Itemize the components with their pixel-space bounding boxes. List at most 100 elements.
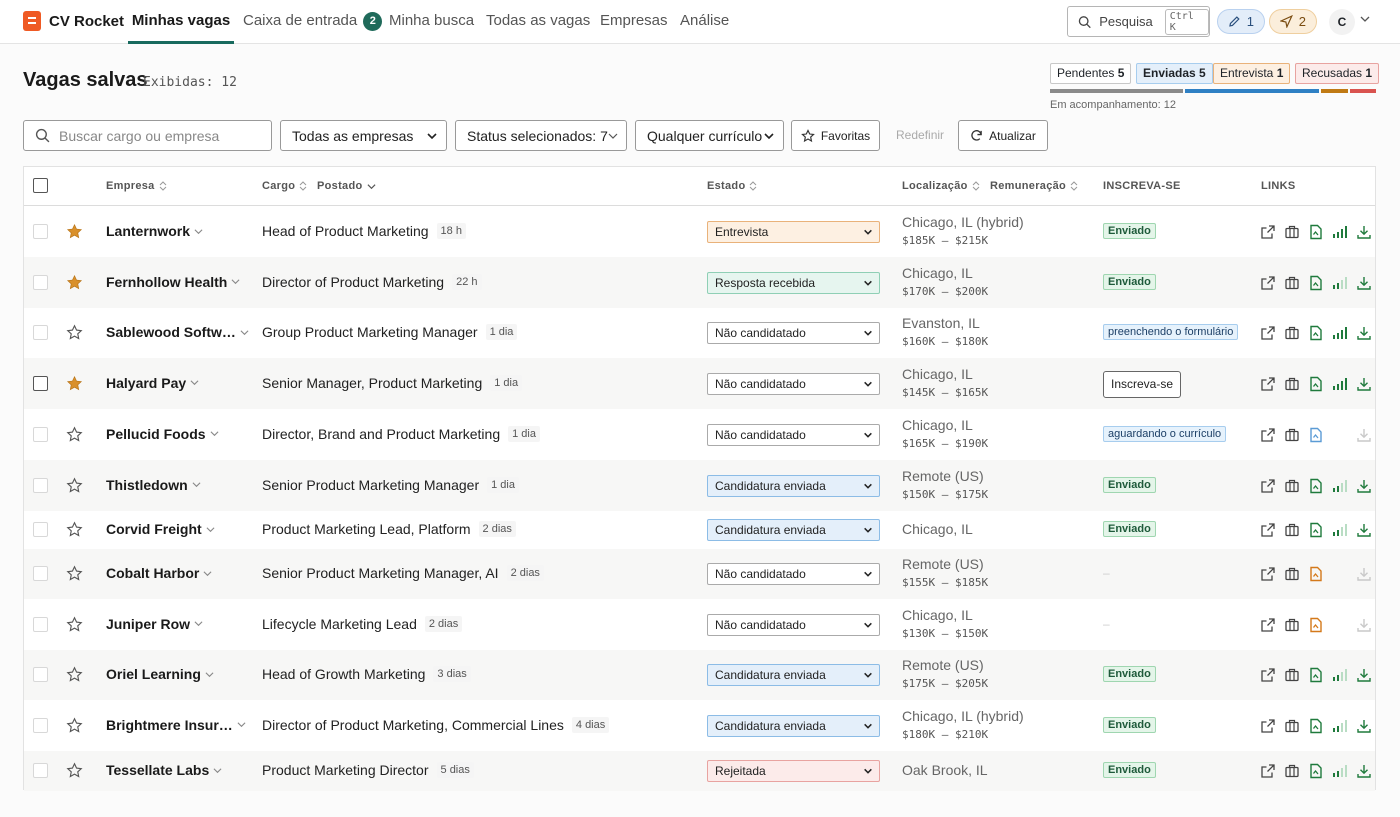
external-link-icon[interactable] bbox=[1260, 522, 1276, 538]
nav-tab-my-search[interactable]: Minha busca bbox=[389, 0, 474, 44]
company-name[interactable]: Cobalt Harbor bbox=[106, 565, 212, 581]
external-link-icon[interactable] bbox=[1260, 718, 1276, 734]
table-row[interactable]: Lanternwork Head of Product Marketing 18 … bbox=[24, 207, 1375, 257]
table-row[interactable]: Sablewood Softw… Group Product Marketing… bbox=[24, 308, 1375, 358]
company-name[interactable]: Lanternwork bbox=[106, 223, 203, 239]
star-outline-icon[interactable] bbox=[66, 565, 83, 582]
table-row[interactable]: Fernhollow Health Director of Product Ma… bbox=[24, 257, 1375, 308]
table-row[interactable]: Corvid Freight Product Marketing Lead, P… bbox=[24, 511, 1375, 549]
stat-pending[interactable]: Pendentes 5 bbox=[1050, 63, 1132, 84]
company-briefcase-icon[interactable] bbox=[1284, 566, 1300, 582]
status-select[interactable]: Não candidatado bbox=[707, 372, 880, 395]
resume-document-icon[interactable] bbox=[1308, 275, 1324, 291]
company-briefcase-icon[interactable] bbox=[1284, 522, 1300, 538]
table-row[interactable]: Brightmere Insur… Director of Product Ma… bbox=[24, 700, 1375, 751]
company-briefcase-icon[interactable] bbox=[1284, 667, 1300, 683]
table-row[interactable]: Tessellate Labs Product Marketing Direct… bbox=[24, 751, 1375, 791]
job-search-input[interactable]: Buscar cargo ou empresa bbox=[23, 120, 272, 151]
stat-sent[interactable]: Enviadas 5 bbox=[1136, 63, 1213, 84]
row-checkbox[interactable] bbox=[33, 522, 48, 537]
status-select[interactable]: Não candidatado bbox=[707, 322, 880, 344]
resume-document-icon[interactable] bbox=[1308, 617, 1324, 633]
resume-filter-select[interactable]: Qualquer currículo bbox=[635, 120, 784, 151]
chevron-down-icon[interactable] bbox=[1360, 14, 1370, 24]
company-name[interactable]: Halyard Pay bbox=[106, 375, 199, 391]
star-filled-icon[interactable] bbox=[66, 274, 83, 291]
col-status[interactable]: Estado bbox=[707, 180, 757, 192]
row-checkbox[interactable] bbox=[33, 375, 48, 391]
star-outline-icon[interactable] bbox=[66, 615, 83, 633]
external-link-icon[interactable] bbox=[1260, 667, 1276, 683]
company-name[interactable]: Oriel Learning bbox=[106, 666, 214, 682]
table-row[interactable]: Halyard Pay Senior Manager, Product Mark… bbox=[24, 358, 1375, 409]
resume-document-icon[interactable] bbox=[1308, 376, 1324, 392]
global-search-button[interactable]: Pesquisa Ctrl K bbox=[1067, 6, 1210, 37]
status-filter-select[interactable]: Status selecionados: 7 bbox=[455, 120, 627, 151]
col-company[interactable]: Empresa bbox=[106, 180, 167, 192]
brand[interactable]: CV Rocket bbox=[23, 11, 124, 31]
star-filled-icon[interactable] bbox=[66, 375, 83, 392]
star-outline-icon[interactable] bbox=[66, 762, 83, 779]
company-name[interactable]: Sablewood Softw… bbox=[106, 324, 249, 340]
star-outline-icon[interactable] bbox=[66, 716, 83, 734]
col-location[interactable]: Localização bbox=[902, 180, 980, 192]
status-select[interactable]: Rejeitada bbox=[707, 760, 880, 782]
nav-tab-inbox[interactable]: Caixa de entrada 2 bbox=[243, 0, 383, 44]
company-briefcase-icon[interactable] bbox=[1284, 275, 1300, 291]
resume-document-icon[interactable] bbox=[1308, 522, 1324, 538]
status-select[interactable]: Não candidatado bbox=[707, 613, 880, 636]
external-link-icon[interactable] bbox=[1260, 325, 1276, 341]
company-briefcase-icon[interactable] bbox=[1284, 763, 1300, 779]
job-title[interactable]: Senior Product Marketing Manager, AI 2 di… bbox=[262, 565, 544, 581]
col-pay[interactable]: Remuneração bbox=[990, 180, 1078, 192]
download-icon[interactable] bbox=[1356, 376, 1372, 392]
table-row[interactable]: Cobalt Harbor Senior Product Marketing M… bbox=[24, 549, 1375, 599]
status-select[interactable]: Candidatura enviada bbox=[707, 664, 880, 686]
company-name[interactable]: Tessellate Labs bbox=[106, 762, 222, 778]
company-name[interactable]: Juniper Row bbox=[106, 616, 203, 632]
nav-tab-all-jobs[interactable]: Todas as vagas bbox=[486, 0, 590, 44]
company-briefcase-icon[interactable] bbox=[1284, 478, 1300, 494]
table-row[interactable]: Juniper Row Lifecycle Marketing Lead 2 di… bbox=[24, 599, 1375, 650]
resume-document-icon[interactable] bbox=[1308, 325, 1324, 341]
row-checkbox[interactable] bbox=[33, 325, 48, 340]
row-checkbox[interactable] bbox=[33, 616, 48, 632]
download-icon[interactable] bbox=[1356, 224, 1372, 240]
status-select[interactable]: Entrevista bbox=[707, 221, 880, 243]
star-outline-icon[interactable] bbox=[66, 425, 83, 443]
resume-document-icon[interactable] bbox=[1308, 763, 1324, 779]
status-select[interactable]: Candidatura enviada bbox=[707, 714, 880, 737]
row-checkbox[interactable] bbox=[33, 477, 48, 493]
company-briefcase-icon[interactable] bbox=[1284, 325, 1300, 341]
sent-pill[interactable]: 2 bbox=[1269, 9, 1317, 34]
company-name[interactable]: Pellucid Foods bbox=[106, 426, 219, 442]
resume-document-icon[interactable] bbox=[1308, 427, 1324, 443]
job-title[interactable]: Product Marketing Director 5 dias bbox=[262, 762, 474, 778]
download-icon[interactable] bbox=[1356, 522, 1372, 538]
job-title[interactable]: Head of Growth Marketing 3 dias bbox=[262, 666, 471, 682]
job-title[interactable]: Lifecycle Marketing Lead 2 dias bbox=[262, 615, 463, 632]
external-link-icon[interactable] bbox=[1260, 275, 1276, 291]
external-link-icon[interactable] bbox=[1260, 478, 1276, 494]
download-icon[interactable] bbox=[1356, 478, 1372, 494]
job-title[interactable]: Senior Product Marketing Manager 1 dia bbox=[262, 476, 519, 493]
job-title[interactable]: Senior Manager, Product Marketing 1 dia bbox=[262, 374, 523, 391]
stat-interview[interactable]: Entrevista 1 bbox=[1213, 63, 1291, 84]
col-posted[interactable]: Postado bbox=[317, 180, 376, 192]
company-name[interactable]: Brightmere Insur… bbox=[106, 717, 246, 733]
select-all-checkbox[interactable] bbox=[33, 178, 48, 193]
apply-button[interactable]: Inscreva-se bbox=[1103, 370, 1181, 398]
status-select[interactable]: Não candidatado bbox=[707, 563, 880, 585]
row-checkbox[interactable] bbox=[33, 717, 48, 733]
star-outline-icon[interactable] bbox=[66, 666, 83, 683]
job-title[interactable]: Director of Product Marketing, Commercia… bbox=[262, 716, 610, 733]
external-link-icon[interactable] bbox=[1260, 376, 1276, 392]
external-link-icon[interactable] bbox=[1260, 566, 1276, 582]
job-title[interactable]: Director, Brand and Product Marketing 1 d… bbox=[262, 425, 540, 442]
row-checkbox[interactable] bbox=[33, 274, 48, 290]
job-title[interactable]: Director of Product Marketing 22 h bbox=[262, 273, 482, 290]
resume-document-icon[interactable] bbox=[1308, 224, 1324, 240]
company-briefcase-icon[interactable] bbox=[1284, 376, 1300, 392]
company-briefcase-icon[interactable] bbox=[1284, 224, 1300, 240]
row-checkbox[interactable] bbox=[33, 224, 48, 239]
